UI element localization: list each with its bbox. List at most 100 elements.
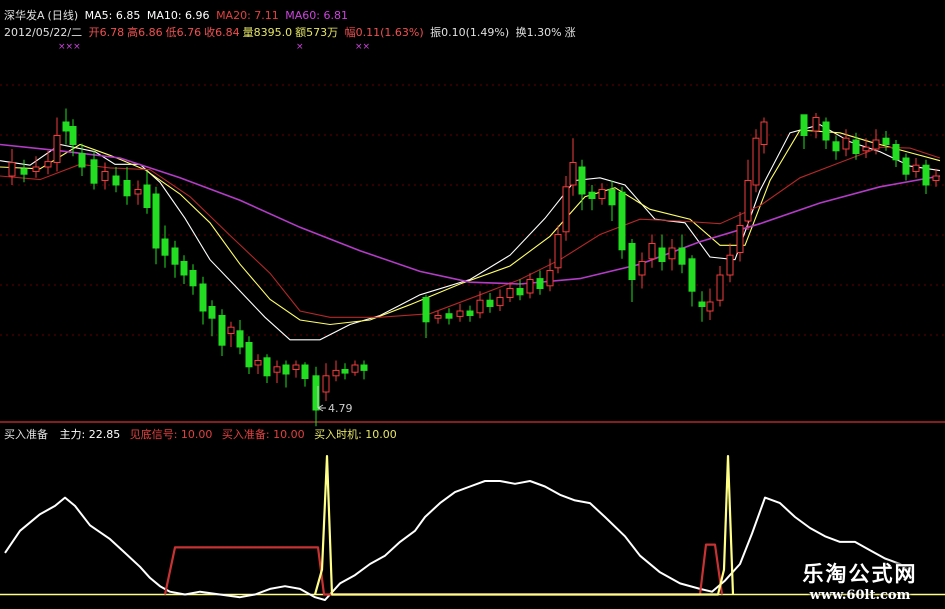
candle — [902, 153, 910, 181]
watermark: 乐淘公式网 www.60lt.com — [785, 558, 935, 603]
candle — [263, 354, 271, 383]
price-low-label: 4.79 — [328, 402, 353, 415]
candle — [180, 255, 188, 284]
ma-line-ma20 — [0, 146, 941, 318]
candle — [236, 320, 244, 355]
watermark-title: 乐淘公式网 — [802, 562, 918, 586]
indicator-signal: 见底信号: 10.00 — [129, 428, 213, 441]
candle — [716, 266, 724, 307]
candle — [322, 363, 330, 401]
indicator-timing: 买入时机: 10.00 — [314, 428, 397, 441]
candle — [341, 363, 349, 380]
quote-turnover: 换1.30% — [515, 26, 562, 39]
candle — [301, 362, 309, 387]
candle — [20, 159, 28, 183]
candle — [218, 309, 226, 356]
candle — [227, 321, 235, 347]
candle — [526, 273, 534, 299]
candle — [588, 185, 596, 211]
quote-amplitude: 振0.10(1.49%) — [430, 26, 510, 39]
indicator-header: 买入准备 主力: 22.85 见底信号: 10.00 买入准备: 10.00 买… — [4, 428, 400, 441]
candle — [62, 108, 70, 145]
quote-tail: 涨 — [564, 26, 576, 39]
candle — [554, 225, 562, 274]
mark-3: ×× — [355, 42, 371, 52]
stock-name: 深华发A — [4, 9, 45, 22]
candle — [208, 300, 216, 337]
candle — [245, 336, 253, 374]
candle — [752, 129, 760, 193]
ma10-value: MA10: 6.96 — [146, 9, 210, 22]
ma-line-ma60 — [0, 143, 941, 285]
candle — [434, 311, 442, 324]
candle — [628, 239, 636, 302]
header-quote-row: 2012/05/22/二 开6.78 高6.86 低6.76 收6.84 量8395.0… — [4, 26, 579, 39]
candle — [800, 114, 808, 149]
candle — [678, 234, 686, 274]
candle — [332, 360, 340, 382]
candle — [189, 264, 197, 295]
candle — [608, 180, 616, 221]
candle — [706, 288, 714, 320]
quote-high: 高6.86 — [127, 26, 163, 39]
candle — [273, 360, 281, 383]
candle — [760, 117, 768, 154]
indicator-name: 买入准备 — [4, 428, 48, 441]
candle — [832, 135, 840, 160]
quote-volume: 量8395.0 — [242, 26, 293, 39]
quote-low: 低6.76 — [165, 26, 202, 39]
candle — [744, 159, 752, 230]
mark-1: ××× — [58, 42, 81, 52]
candle — [812, 113, 820, 139]
quote-amount: 额573万 — [295, 26, 339, 39]
ma20-value: MA20: 7.11 — [216, 9, 279, 22]
candle — [53, 117, 61, 172]
ma-line-ma10 — [0, 129, 941, 326]
candle — [562, 176, 570, 241]
candle — [134, 180, 142, 205]
mark-2: × — [296, 42, 304, 52]
candle — [668, 239, 676, 271]
candle — [143, 171, 151, 214]
candle — [171, 240, 179, 278]
indicator-prep: 买入准备: 10.00 — [221, 428, 305, 441]
candle — [292, 360, 300, 378]
indicator-main: 主力: 22.85 — [59, 428, 121, 441]
candle — [351, 360, 359, 376]
candle — [466, 305, 474, 322]
stock-chart: 4.79 — [0, 84, 945, 601]
main-force-line — [4, 480, 913, 601]
candle — [912, 158, 920, 178]
candle — [90, 150, 98, 190]
candle — [736, 212, 744, 262]
candle — [618, 186, 626, 259]
candle — [892, 140, 900, 167]
candle — [254, 354, 262, 374]
candle — [152, 186, 160, 265]
quote-open: 开6.78 — [88, 26, 125, 39]
candle — [506, 282, 514, 302]
header-ma-row: 深华发A (日线) MA5: 6.85 MA10: 6.96 MA20: 7.11… — [4, 9, 351, 22]
candle — [199, 276, 207, 325]
candle — [496, 289, 504, 311]
candle — [445, 308, 453, 325]
candle — [726, 243, 734, 283]
candle — [123, 167, 131, 205]
buy-timing-line — [313, 455, 735, 596]
quote-date: 2012/05/22/二 — [4, 26, 83, 39]
candle — [598, 183, 606, 205]
candle — [360, 360, 368, 380]
candle — [422, 294, 430, 338]
candle — [456, 303, 464, 322]
candle — [658, 234, 666, 271]
watermark-url: www.60lt.com — [809, 588, 911, 603]
candle — [842, 129, 850, 157]
candle — [688, 255, 696, 307]
candle — [536, 270, 544, 295]
candle — [922, 159, 930, 194]
candle — [569, 138, 577, 196]
candle — [8, 149, 16, 185]
candle — [516, 279, 524, 301]
candle — [932, 168, 940, 187]
quote-change: 幅0.11(1.63%) — [344, 26, 424, 39]
